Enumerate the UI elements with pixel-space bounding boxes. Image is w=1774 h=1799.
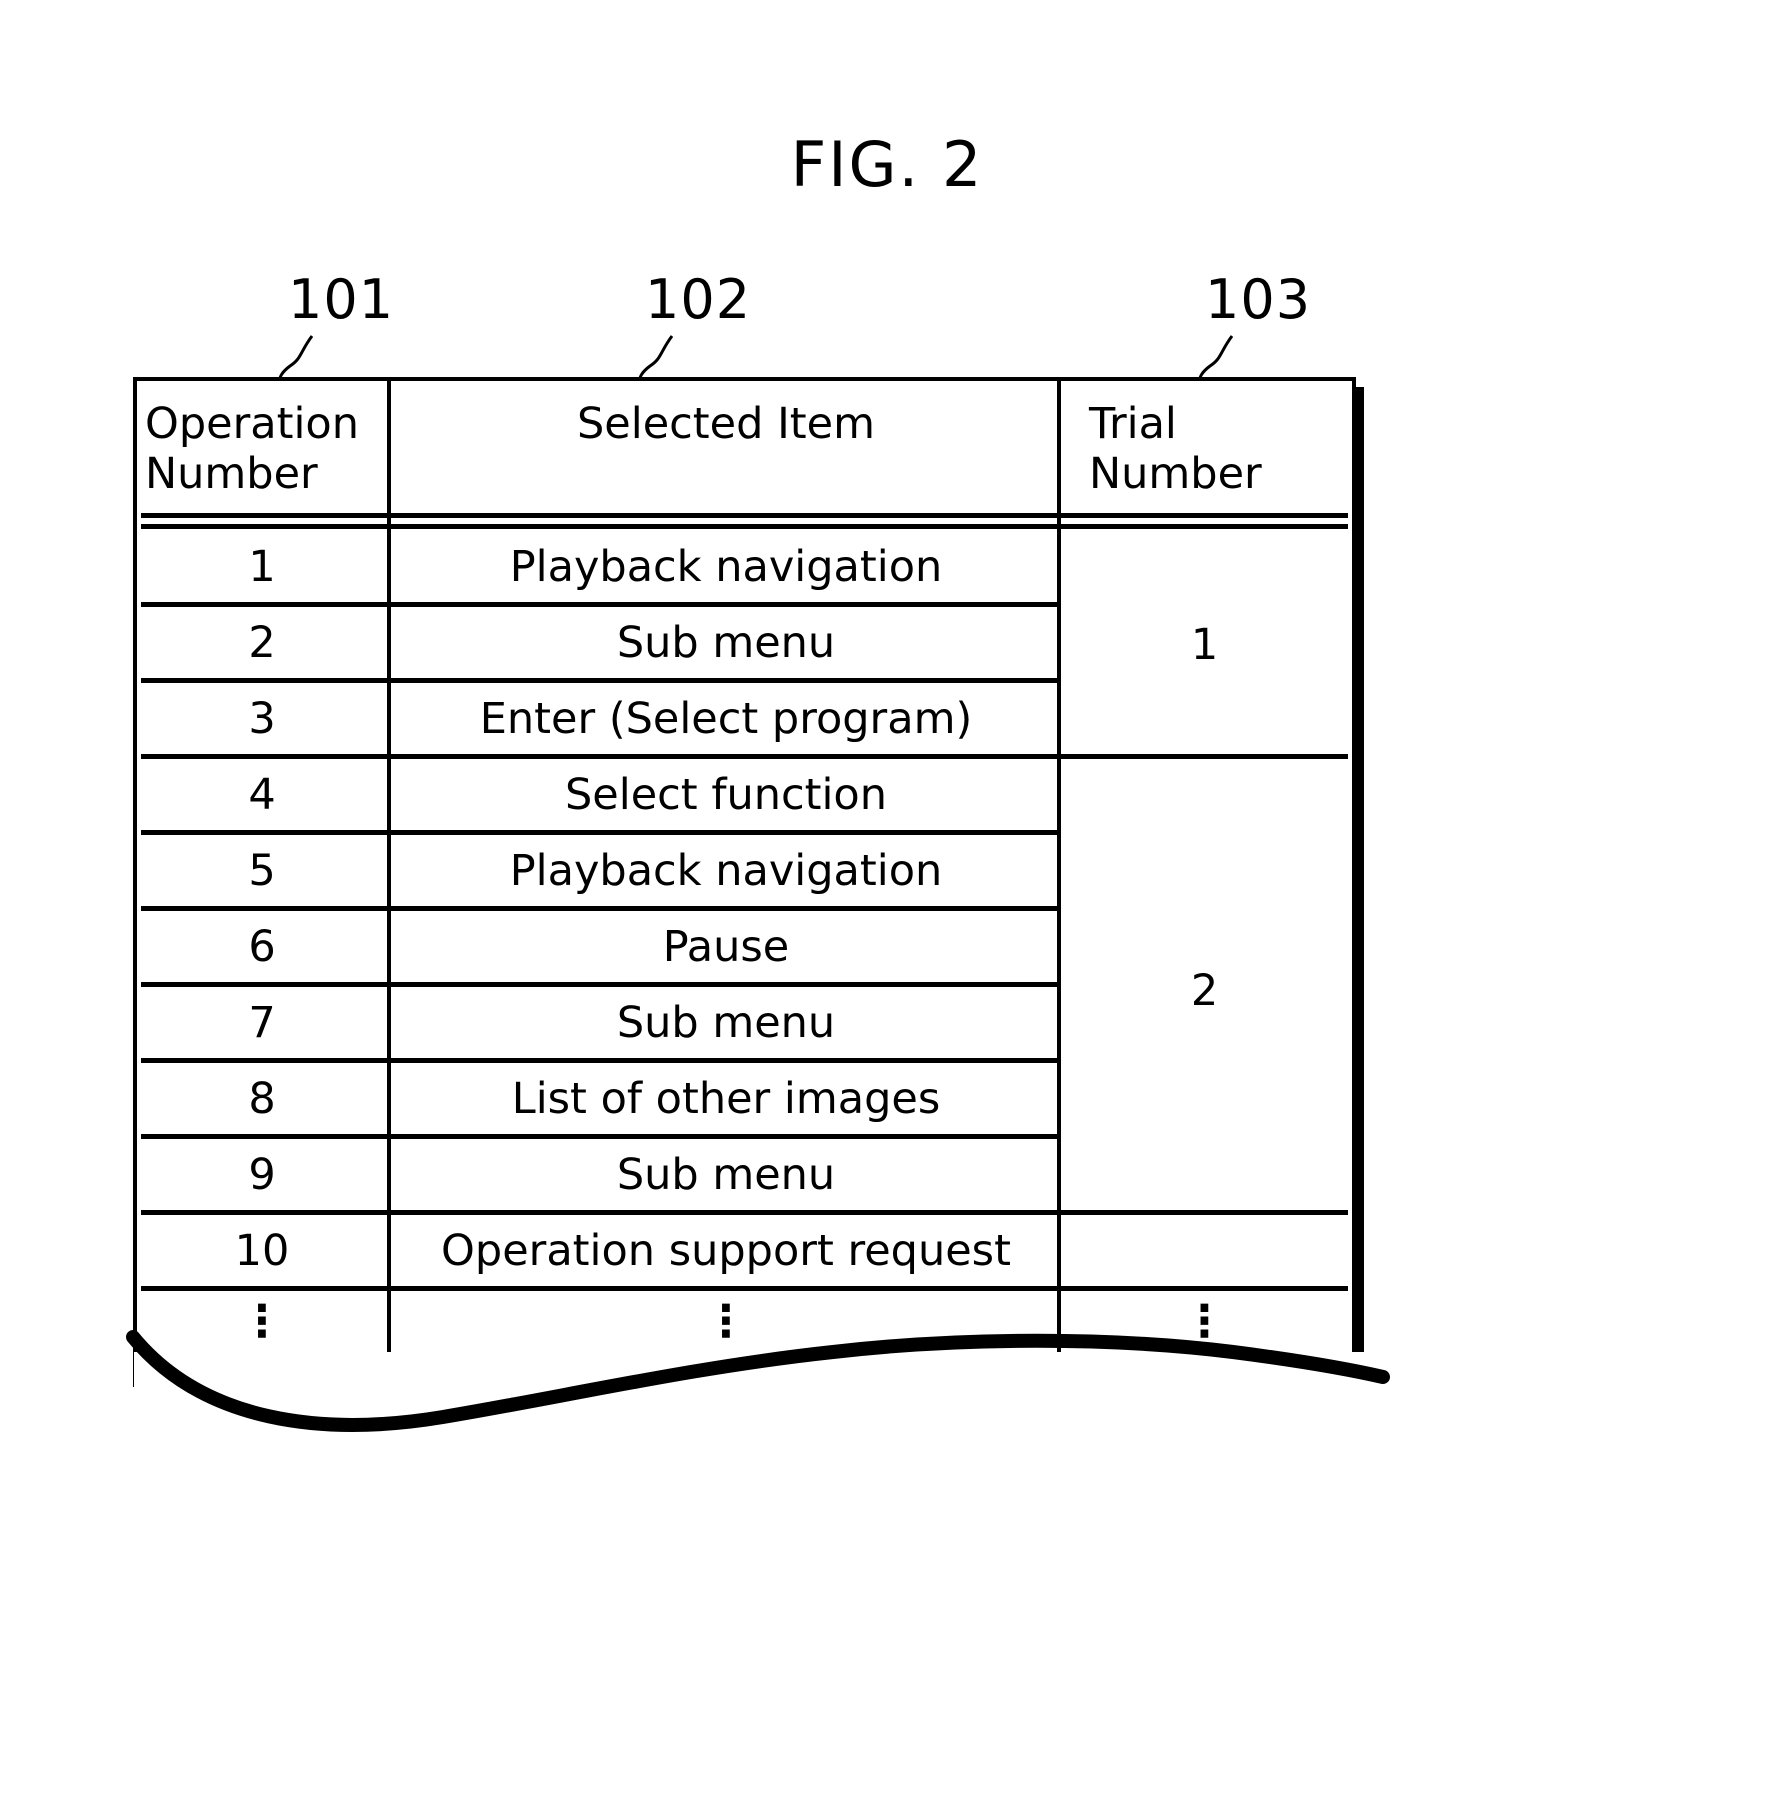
cell-selected-item: Sub menu — [616, 998, 836, 1048]
cell-selected-item: Playback navigation — [509, 846, 943, 896]
column-header-operation-number-line1: Operation — [145, 399, 359, 449]
callout-102: 102 — [645, 268, 752, 331]
page-title: FIG. 2 — [790, 128, 984, 201]
header-rule-upper — [141, 513, 1348, 518]
figure-page: FIG. 2 101 102 103 Operation Number Sele… — [0, 0, 1774, 1799]
cell-operation-number: 5 — [248, 846, 276, 896]
cell-operation-number: 4 — [248, 770, 276, 820]
column-header-trial-number-line1: Trial — [1089, 399, 1177, 449]
column-header-selected-item-line1: Selected Item — [577, 399, 875, 449]
cell-trial-number: 1 — [1190, 620, 1219, 670]
cell-operation-number: 1 — [248, 542, 276, 592]
cell-selected-item: Playback navigation — [509, 542, 943, 592]
cell-operation-number: 6 — [248, 922, 276, 972]
cell-selected-item: Select function — [565, 770, 887, 820]
column-header-operation-number-line2: Number — [145, 449, 318, 499]
cell-operation-number: 8 — [248, 1074, 276, 1124]
callout-103: 103 — [1205, 268, 1312, 331]
cell-selected-item: Enter (Select program) — [479, 694, 973, 744]
column-header-trial-number-line2: Number — [1089, 449, 1262, 499]
cell-operation-number: 2 — [248, 618, 276, 668]
cell-trial-number — [1061, 1221, 1348, 1299]
cell-selected-item: Operation support request — [441, 1226, 1011, 1276]
torn-edge-icon — [126, 1330, 1390, 1432]
cell-selected-item: Sub menu — [616, 618, 836, 668]
cell-operation-number: 7 — [248, 998, 276, 1048]
operation-history-table: Operation Number Selected Item Trial Num… — [126, 377, 1390, 1472]
cell-operation-number: 3 — [248, 694, 276, 744]
table-header-row: Operation Number Selected Item Trial Num… — [137, 381, 1352, 513]
cell-selected-item: List of other images — [511, 1074, 941, 1124]
cell-selected-item: Sub menu — [616, 1150, 836, 1200]
cell-operation-number: 10 — [234, 1226, 290, 1276]
column-header-selected-item: Selected Item — [391, 399, 1061, 449]
cell-trial-number: 2 — [1190, 966, 1219, 1016]
cell-operation-number: 9 — [248, 1150, 276, 1200]
callout-101: 101 — [288, 268, 395, 331]
column-header-operation-number: Operation Number — [145, 399, 385, 499]
cell-selected-item: Pause — [662, 922, 790, 972]
column-header-trial-number: Trial Number — [1065, 399, 1352, 499]
